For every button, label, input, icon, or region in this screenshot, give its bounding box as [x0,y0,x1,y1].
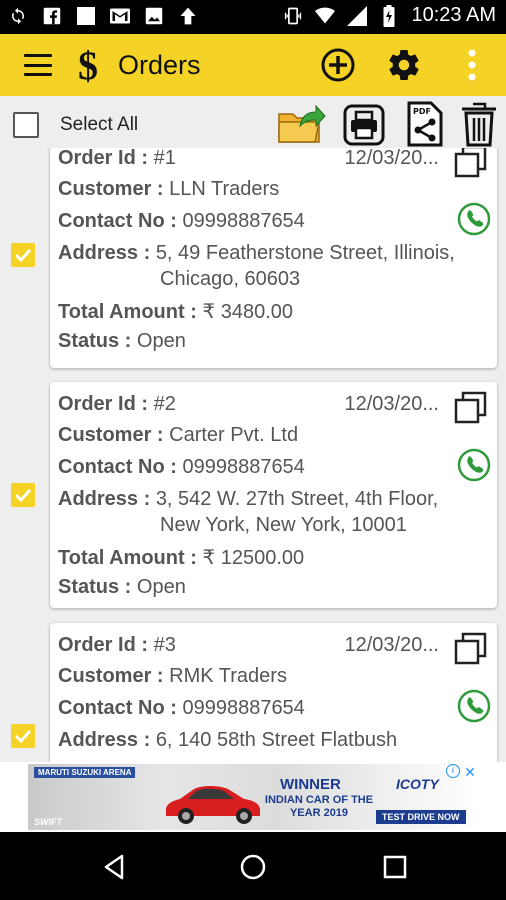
pdf-share-icon[interactable]: PDF [404,100,446,148]
recents-icon[interactable] [380,852,410,882]
app-bar: $ Orders [0,34,506,96]
wifi-icon [315,6,336,26]
address-line: Address : 3, 542 W. 27th Street, 4th Flo… [58,488,439,510]
select-all-checkbox[interactable] [13,112,39,138]
address-line: Address : 5, 49 Featherstone Street, Ill… [58,242,455,264]
selection-toolbar: Select All PDF [0,96,506,152]
ad-brand: MARUTI SUZUKI ARENA [34,767,136,778]
address-line-2: New York, New York, 10001 [160,514,407,536]
ad-model: SWIFT [34,817,62,827]
blank-notification-icon [76,6,96,26]
vibrate-icon [283,6,303,26]
order-id-line: Order Id : #2 [58,393,176,415]
system-nav-bar [0,832,506,900]
signal-icon [347,5,368,26]
order-card[interactable]: Order Id : #3 12/03/20... Customer : RMK… [50,623,497,762]
copy-icon[interactable] [453,390,489,426]
order-date: 12/03/20... [344,634,439,656]
total-line: Total Amount : ₹ 3480.00 [58,301,293,323]
address-line-2: Chicago, 60603 [160,268,301,290]
customer-line: Customer : LLN Traders [58,178,280,200]
order-date: 12/03/20... [344,148,439,169]
ad-cta-button[interactable]: TEST DRIVE NOW [376,810,466,824]
order-card[interactable]: Order Id : #1 12/03/20... Customer : LLN… [50,148,497,368]
status-line: Status : Open [58,576,186,598]
call-icon[interactable] [457,448,491,482]
svg-text:PDF: PDF [413,107,431,116]
ad-banner[interactable]: MARUTI SUZUKI ARENA SWIFT WINNER INDIAN … [28,764,478,830]
order-card[interactable]: Order Id : #2 12/03/20... Customer : Car… [50,382,497,608]
ad-info-icon[interactable]: i [446,764,460,778]
delete-icon[interactable] [460,100,498,148]
order-id-line: Order Id : #1 [58,148,176,169]
contact-line: Contact No : 09998887654 [58,456,305,478]
car-image [166,786,260,824]
status-bar: 10:23 AM [0,0,506,34]
add-icon[interactable] [320,47,356,83]
customer-line: Customer : RMK Traders [58,665,287,687]
order-checkbox[interactable] [11,724,35,748]
battery-icon [379,4,399,27]
call-icon[interactable] [457,202,491,236]
order-checkbox[interactable] [11,483,35,507]
upload-icon [178,6,198,26]
page-title: Orders [118,50,201,80]
ad-award: ICOTY [396,776,439,792]
image-icon [144,6,164,26]
ad-area: MARUTI SUZUKI ARENA SWIFT WINNER INDIAN … [0,762,506,832]
total-line: Total Amount : ₹ 12500.00 [58,547,305,569]
orders-list: Order Id : #1 12/03/20... Customer : LLN… [0,148,506,762]
export-folder-icon[interactable] [276,100,326,148]
sync-icon [8,6,28,26]
copy-icon[interactable] [453,631,489,667]
address-line: Address : 6, 140 58th Street Flatbush [58,729,398,751]
ad-subline: INDIAN CAR OF THE YEAR 2019 [264,794,374,819]
back-icon[interactable] [100,852,130,882]
home-icon[interactable] [238,852,268,882]
status-line: Status : Open [58,330,186,352]
order-date: 12/03/20... [344,393,439,415]
order-checkbox[interactable] [11,243,35,267]
contact-line: Contact No : 09998887654 [58,210,305,232]
ad-close-icon[interactable]: ✕ [462,764,478,780]
print-icon[interactable] [342,100,386,148]
settings-icon[interactable] [386,47,422,83]
clock: 10:23 AM [411,4,496,26]
gmail-icon [110,6,130,26]
customer-line: Customer : Carter Pvt. Ltd [58,424,299,446]
order-id-line: Order Id : #3 [58,634,176,656]
ad-headline: WINNER [280,776,341,793]
dollar-logo: $ [78,43,98,88]
menu-icon[interactable] [24,54,52,76]
copy-icon[interactable] [453,148,489,180]
call-icon[interactable] [457,689,491,723]
select-all-label: Select All [60,114,139,135]
more-vert-icon[interactable] [454,47,490,83]
contact-line: Contact No : 09998887654 [58,697,305,719]
facebook-icon [42,6,62,26]
